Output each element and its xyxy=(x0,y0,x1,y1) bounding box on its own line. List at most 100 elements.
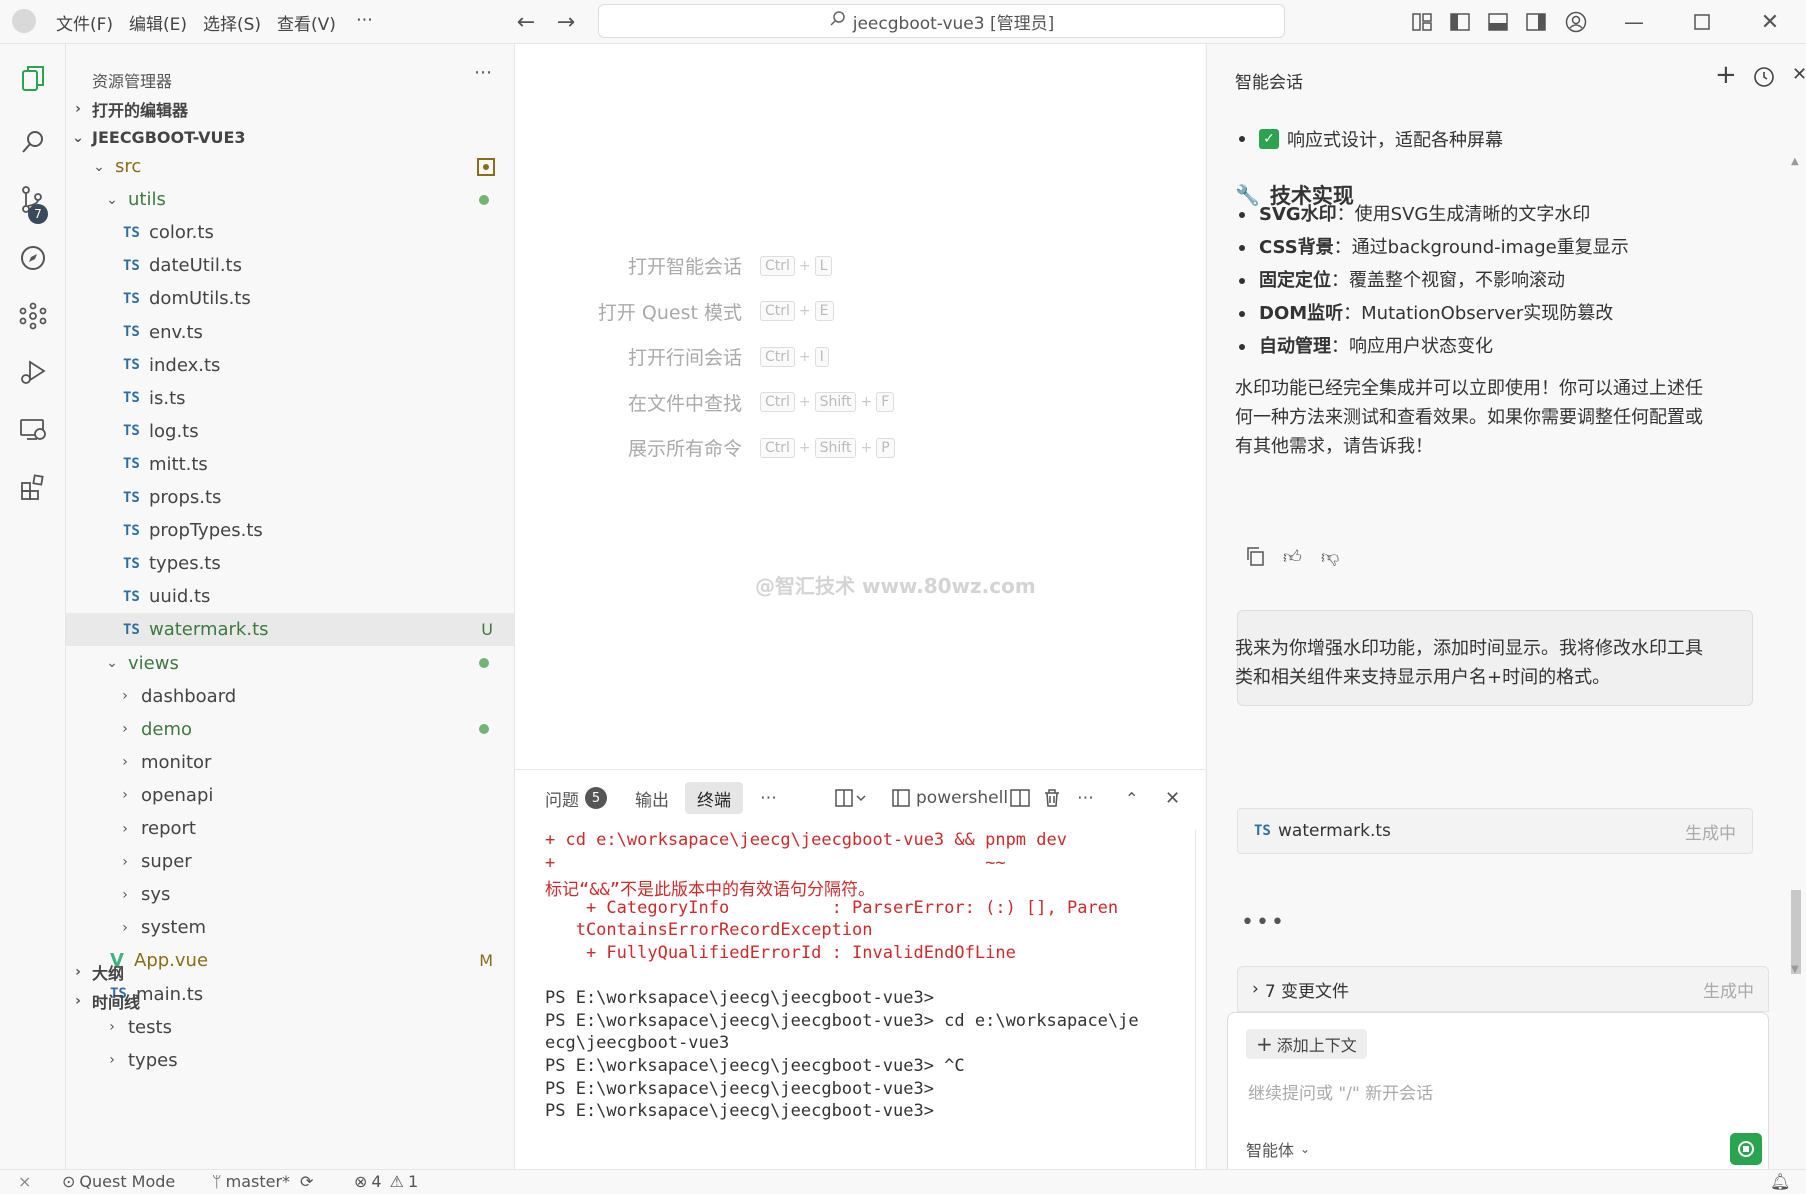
file-item[interactable]: TS index.ts xyxy=(66,349,515,382)
file-item[interactable]: TS watermark.ts U xyxy=(66,613,515,647)
modified-dot-icon xyxy=(479,658,489,668)
file-item[interactable]: TS mitt.ts xyxy=(66,448,515,481)
chat-scrollbar[interactable]: ▲ ▼ xyxy=(1789,104,1803,984)
minimize-icon[interactable]: — xyxy=(1620,8,1648,36)
kill-terminal-icon[interactable] xyxy=(1043,782,1061,814)
tree-item-label: tests xyxy=(128,1016,172,1038)
customize-layout-icon[interactable] xyxy=(1408,8,1436,36)
branch-item[interactable]: ᛘ master* ⟳ xyxy=(212,1172,313,1191)
forward-arrow-icon[interactable]: → xyxy=(552,8,580,36)
modified-dot-icon xyxy=(479,724,489,735)
remote-indicator-icon[interactable]: ⨯ xyxy=(18,1172,31,1191)
account-icon[interactable] xyxy=(1562,8,1590,36)
folder-item[interactable]: ⌄ utils xyxy=(66,183,515,216)
close-window-icon[interactable]: ✕ xyxy=(1756,8,1784,36)
split-terminal-dropdown-icon[interactable] xyxy=(835,782,869,814)
source-control-icon[interactable]: 7 xyxy=(0,172,66,228)
folder-item[interactable]: › super xyxy=(66,845,515,878)
search-icon[interactable] xyxy=(0,114,66,170)
maximize-panel-icon[interactable]: ⌃ xyxy=(1125,782,1138,814)
key-cap: I xyxy=(814,346,829,367)
explorer-more-button[interactable]: ⋯ xyxy=(474,62,492,83)
tree-item-label: report xyxy=(141,818,196,839)
menu-edit[interactable]: 编辑(E) xyxy=(129,10,187,35)
remote-explorer-icon[interactable] xyxy=(0,402,66,458)
maximize-icon[interactable] xyxy=(1688,8,1716,36)
history-icon[interactable] xyxy=(1753,66,1775,92)
folder-item[interactable]: › report xyxy=(66,812,515,845)
stop-generation-button[interactable] xyxy=(1730,1133,1762,1165)
terminal-shell-selector[interactable]: powershell xyxy=(892,782,1008,814)
file-item[interactable]: TS is.ts xyxy=(66,382,515,415)
chat-scroll-fade xyxy=(1207,98,1806,114)
terminal-line: PS E:\worksapace\jeecg\jeecgboot-vue3> c… xyxy=(545,1010,1139,1031)
file-item[interactable]: TS log.ts xyxy=(66,415,515,448)
folder-item[interactable]: › demo xyxy=(66,713,515,746)
tree-item-label: index.ts xyxy=(149,354,221,376)
chevron-down-icon: ⌄ xyxy=(106,191,118,208)
folder-item[interactable]: › types xyxy=(66,1044,515,1077)
editor-area[interactable]: 打开智能会话 Ctrl + L 打开 Quest 模式 Ctrl + E 打开行间会话 Ctrl +… xyxy=(515,44,1205,769)
thumbs-down-icon[interactable]: 👎︎ xyxy=(1321,546,1339,568)
file-item[interactable]: TS types.ts xyxy=(66,547,515,580)
split-terminal-icon[interactable] xyxy=(1010,782,1030,814)
ts-file-icon: TS xyxy=(123,489,140,506)
folder-item[interactable]: › dashboard xyxy=(66,680,515,713)
copy-icon[interactable] xyxy=(1245,546,1265,570)
toggle-secondary-sidebar-icon[interactable] xyxy=(1522,8,1550,36)
menu-more[interactable]: ⋯ xyxy=(356,10,373,30)
run-debug-icon[interactable] xyxy=(0,344,66,400)
agent-selector[interactable]: 智能体 ⌄ xyxy=(1246,1137,1310,1161)
terminal-more-button[interactable]: ⋯ xyxy=(1077,782,1094,814)
notifications-bell-icon[interactable]: 🔔︎ xyxy=(1770,1172,1790,1191)
chat-input-box[interactable]: + 添加上下文 继续提问或 "/" 新开会话 智能体 ⌄ xyxy=(1227,1012,1769,1190)
key-cap: Shift xyxy=(814,392,857,412)
file-item[interactable]: TS color.ts xyxy=(66,216,515,249)
chevron-right-icon: › xyxy=(122,886,128,903)
menu-file[interactable]: 文件(F) xyxy=(56,10,113,35)
shortcut-hint: 打开智能会话 Ctrl + L xyxy=(515,252,833,279)
extensions-network-icon[interactable] xyxy=(0,288,66,344)
file-item[interactable]: TS domUtils.ts xyxy=(66,282,515,315)
compass-icon[interactable] xyxy=(0,230,66,286)
timeline-section[interactable]: › 时间线 xyxy=(66,984,515,1017)
command-center[interactable]: jeecgboot-vue3 [管理员] xyxy=(598,4,1285,38)
terminal-scrollbar[interactable] xyxy=(1195,830,1196,1170)
folder-item[interactable]: › system xyxy=(66,911,515,944)
explorer-icon[interactable] xyxy=(0,50,66,106)
close-panel-icon[interactable]: ✕ xyxy=(1165,782,1180,814)
thumbs-up-icon[interactable]: 👍︎ xyxy=(1283,546,1302,568)
toggle-sidebar-icon[interactable] xyxy=(1446,8,1474,36)
explorer-title: 资源管理器 xyxy=(92,72,173,91)
toggle-panel-icon[interactable] xyxy=(1484,8,1512,36)
quest-mode-item[interactable]: ⊙ Quest Mode xyxy=(62,1172,175,1191)
tab-problems[interactable]: 问题 5 xyxy=(545,782,607,814)
folder-item[interactable]: ⌄ views xyxy=(66,647,515,680)
file-item[interactable]: TS dateUtil.ts xyxy=(66,249,515,282)
folder-item[interactable]: › sys xyxy=(66,878,515,911)
file-item[interactable]: TS propTypes.ts xyxy=(66,514,515,547)
file-chip[interactable]: TS watermark.ts 生成中 xyxy=(1237,808,1753,854)
tab-terminal[interactable]: 终端 xyxy=(685,782,743,814)
back-arrow-icon[interactable]: ← xyxy=(512,8,540,36)
problems-item[interactable]: ⊗ 4 ⚠ 1 xyxy=(354,1172,418,1191)
tab-output[interactable]: 输出 xyxy=(635,782,669,814)
file-item[interactable]: TS env.ts xyxy=(66,316,515,349)
menu-view[interactable]: 查看(V) xyxy=(277,10,336,35)
folder-item[interactable]: › openapi xyxy=(66,779,515,812)
folder-item[interactable]: ⌄ src xyxy=(66,150,515,183)
changed-files-bar[interactable]: › 7 变更文件 生成中 xyxy=(1237,966,1769,1012)
message-line: 有其他需求，请告诉我！ xyxy=(1235,436,1433,457)
chat-input-placeholder[interactable]: 继续提问或 "/" 新开会话 xyxy=(1248,1079,1433,1104)
new-chat-icon[interactable]: + xyxy=(1715,60,1737,90)
add-context-button[interactable]: + 添加上下文 xyxy=(1246,1029,1367,1059)
message-line: 类和相关组件来支持显示用户名+时间的格式。 xyxy=(1235,667,1611,688)
panel-more-button[interactable]: ⋯ xyxy=(760,782,777,814)
file-item[interactable]: TS props.ts xyxy=(66,481,515,514)
menu-select[interactable]: 选择(S) xyxy=(203,10,261,35)
file-item[interactable]: TS uuid.ts xyxy=(66,580,515,613)
tree-item-label: sys xyxy=(141,884,171,906)
folder-item[interactable]: › monitor xyxy=(66,746,515,779)
extensions-icon[interactable] xyxy=(0,458,66,514)
close-chat-icon[interactable]: ✕ xyxy=(1792,64,1806,85)
